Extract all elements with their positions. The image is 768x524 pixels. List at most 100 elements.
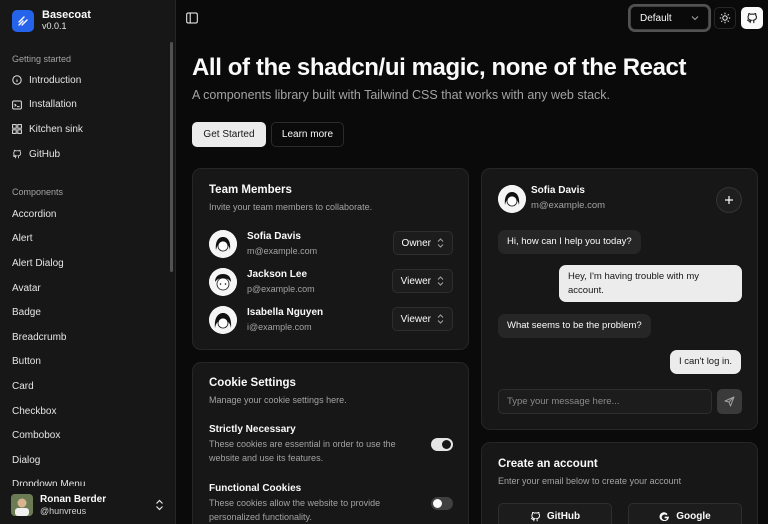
sidebar-item-combobox[interactable]: Combobox <box>0 423 170 448</box>
github-icon <box>530 511 540 521</box>
sidebar-item-label: Introduction <box>29 74 82 86</box>
send-message-button[interactable] <box>717 389 742 414</box>
team-card-description: Invite your team members to collaborate. <box>209 202 373 212</box>
github-icon <box>746 13 757 24</box>
chevron-down-icon <box>691 16 699 21</box>
terminal-icon <box>12 100 22 110</box>
sidebar-item-alert-dialog[interactable]: Alert Dialog <box>0 251 170 276</box>
add-contact-button[interactable] <box>716 187 742 213</box>
sidebar-toggle-button[interactable] <box>186 11 198 29</box>
chat-message-outgoing: I can't log in. <box>670 350 742 374</box>
member-avatar <box>209 230 237 258</box>
get-started-button[interactable]: Get Started <box>192 122 266 147</box>
sidebar-item-avatar[interactable]: Avatar <box>0 276 170 301</box>
brand-version: v0.0.1 <box>42 21 67 31</box>
member-name: Isabella Nguyen <box>247 307 324 318</box>
user-menu[interactable]: Ronan Berder @hunvreus <box>0 486 175 524</box>
chat-contact-email: m@example.com <box>531 200 606 211</box>
chevrons-up-down-icon <box>437 276 444 286</box>
account-card-description: Enter your email below to create your ac… <box>498 476 682 486</box>
sidebar-item-label: Badge <box>12 307 41 319</box>
sidebar-item-kitchen-sink[interactable]: Kitchen sink <box>0 117 170 142</box>
member-avatar <box>209 268 237 296</box>
strictly-necessary-switch[interactable] <box>431 438 453 451</box>
sidebar-item-installation[interactable]: Installation <box>0 93 170 118</box>
group-label-getting-started: Getting started <box>12 54 72 64</box>
sidebar-item-introduction[interactable]: Introduction <box>0 68 170 93</box>
sidebar-item-label: Installation <box>29 99 77 111</box>
user-handle: @hunvreus <box>40 505 87 516</box>
sidebar-item-github[interactable]: GitHub <box>0 142 170 167</box>
sidebar-scrollbar[interactable] <box>170 42 173 272</box>
google-signup-label: Google <box>676 510 711 522</box>
sidebar-item-alert[interactable]: Alert <box>0 227 170 252</box>
github-link-button[interactable] <box>741 7 763 29</box>
team-card-title: Team Members <box>209 184 292 196</box>
user-name: Ronan Berder <box>40 493 107 505</box>
member-role-select[interactable]: Viewer <box>391 307 453 331</box>
theme-select[interactable]: Default <box>630 6 709 30</box>
github-signup-button[interactable]: GitHub <box>498 503 612 524</box>
user-avatar <box>11 494 33 516</box>
chat-avatar <box>498 185 526 213</box>
cookie-functional-title: Functional Cookies <box>209 483 302 494</box>
google-icon <box>659 511 670 521</box>
sidebar-item-label: Alert Dialog <box>12 257 64 269</box>
sidebar-item-label: Accordion <box>12 208 57 220</box>
chevrons-up-down-icon <box>437 314 444 324</box>
cookie-functional-description: These cookies allow the website to provi… <box>209 498 381 522</box>
hero-title: All of the shadcn/ui magic, none of the … <box>192 54 687 81</box>
sidebar-item-label: Alert <box>12 233 33 245</box>
chevrons-up-down-icon <box>156 499 163 511</box>
team-member-row: Sofia Davis m@example.com Owner <box>209 229 453 259</box>
switch-knob <box>433 499 442 508</box>
sidebar-item-badge[interactable]: Badge <box>0 300 170 325</box>
sun-icon <box>719 12 731 24</box>
brand-name: Basecoat <box>42 9 91 21</box>
theme-toggle-button[interactable] <box>714 7 736 29</box>
nav-getting-started: Introduction Installation Kitchen sink G… <box>0 68 170 166</box>
team-members-card: Team Members Invite your team members to… <box>192 168 469 350</box>
member-role-value: Viewer <box>400 275 431 287</box>
member-avatar <box>209 306 237 334</box>
sidebar-item-dialog[interactable]: Dialog <box>0 448 170 473</box>
chat-message-input[interactable]: Type your message here... <box>498 389 712 414</box>
learn-more-button[interactable]: Learn more <box>271 122 344 147</box>
github-icon <box>12 149 22 159</box>
sidebar-item-accordion[interactable]: Accordion <box>0 202 170 227</box>
sidebar-item-checkbox[interactable]: Checkbox <box>0 399 170 424</box>
send-icon <box>724 396 735 407</box>
grid-icon <box>12 124 22 135</box>
cookie-card-description: Manage your cookie settings here. <box>209 395 347 405</box>
sidebar-item-breadcrumb[interactable]: Breadcrumb <box>0 325 170 350</box>
panel-left-icon <box>186 12 198 24</box>
member-name: Sofia Davis <box>247 231 301 242</box>
account-card-title: Create an account <box>498 458 598 470</box>
sidebar-item-label: Combobox <box>12 430 61 442</box>
brand-logo-icon <box>12 9 34 32</box>
switch-knob <box>442 440 451 449</box>
sidebar-item-label: Avatar <box>12 282 41 294</box>
chat-card: Sofia Davis m@example.com Hi, how can I … <box>481 168 758 430</box>
chevrons-up-down-icon <box>437 238 444 248</box>
hero-subtitle: A components library built with Tailwind… <box>192 88 611 102</box>
sidebar-item-button[interactable]: Button <box>0 350 170 375</box>
group-label-components: Components <box>12 187 64 197</box>
chat-message-incoming: What seems to be the problem? <box>498 314 651 338</box>
sidebar-item-label: GitHub <box>29 148 61 160</box>
cookie-card-title: Cookie Settings <box>209 377 296 389</box>
github-signup-label: GitHub <box>546 510 581 522</box>
sidebar-item-label: Card <box>12 380 34 392</box>
team-member-row: Jackson Lee p@example.com Viewer <box>209 267 453 297</box>
chat-message-incoming: Hi, how can I help you today? <box>498 230 641 254</box>
brand[interactable]: Basecoat v0.0.1 <box>12 9 91 32</box>
sidebar-item-card[interactable]: Card <box>0 374 170 399</box>
functional-cookies-switch[interactable] <box>431 497 453 510</box>
member-role-select[interactable]: Owner <box>392 231 453 255</box>
google-signup-button[interactable]: Google <box>628 503 742 524</box>
sidebar-item-label: Button <box>12 356 41 368</box>
member-email: p@example.com <box>247 284 315 294</box>
member-role-select[interactable]: Viewer <box>391 269 453 293</box>
member-role-value: Owner <box>401 237 431 249</box>
sidebar: Basecoat v0.0.1 Getting started Introduc… <box>0 0 176 524</box>
